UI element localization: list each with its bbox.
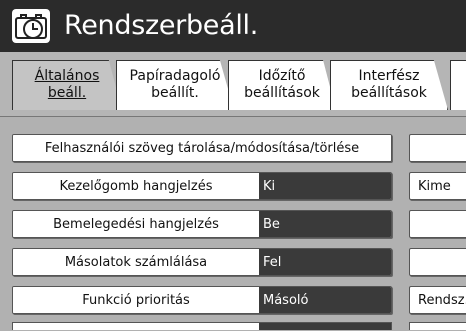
user-text-button[interactable]: Felhasználói szöveg tárolása/módosítása/… [12,134,392,162]
tab-bar: Általános beáll. Papíradagoló beállít. I… [0,52,466,116]
right-button-5[interactable]: Rendsz. [409,286,466,314]
setting-label: Bemelegedési hangjelzés [13,211,259,237]
setting-value: Fel [259,249,391,275]
clock-gear-icon [12,9,50,43]
right-button-4[interactable] [409,248,466,276]
setting-label: Kezelőgomb hangjelzés [13,173,259,199]
tab-label-line2: beállít. [151,85,199,101]
next-row-button[interactable] [12,322,392,330]
warmup-beep-button[interactable]: Bemelegedési hangjelzés Be [12,210,392,238]
tab-label-line1: Általános [34,68,100,84]
tab-more[interactable] [450,60,466,110]
setting-label: Felhasználói szöveg tárolása/módosítása/… [13,135,391,161]
tab-label-line2: beáll. [47,85,87,101]
setting-value: Be [259,211,391,237]
tab-label-line1: Papíradagoló [129,68,221,84]
right-button-2[interactable]: Kime [409,172,466,200]
right-button-3[interactable] [409,210,466,238]
key-beep-button[interactable]: Kezelőgomb hangjelzés Ki [12,172,392,200]
tab-altalanos[interactable]: Általános beáll. [12,60,122,110]
tab-label-line2: beállítások [244,85,320,101]
setting-label: Másolatok számlálása [13,249,259,275]
right-button-1[interactable] [409,134,466,162]
title-bar: Rendszerbeáll. [0,0,466,52]
function-priority-button[interactable]: Funkció prioritás Másoló [12,286,392,314]
tab-interfesz[interactable]: Interfész beállítások [330,60,448,110]
tab-idozito[interactable]: Időzítő beállítások [228,60,336,110]
tab-label-line1: Interfész [358,68,420,84]
page-title: Rendszerbeáll. [64,10,259,41]
setting-value: Másoló [259,287,391,313]
copy-counter-button[interactable]: Másolatok számlálása Fel [12,248,392,276]
setting-label: Funkció prioritás [13,287,259,313]
tab-label-line2: beállítások [351,85,427,101]
tab-label-line1: Időzítő [258,68,306,84]
tab-papiradagolo[interactable]: Papíradagoló beállít. [116,60,234,110]
right-button-6[interactable] [409,322,466,330]
setting-value: Ki [259,173,391,199]
